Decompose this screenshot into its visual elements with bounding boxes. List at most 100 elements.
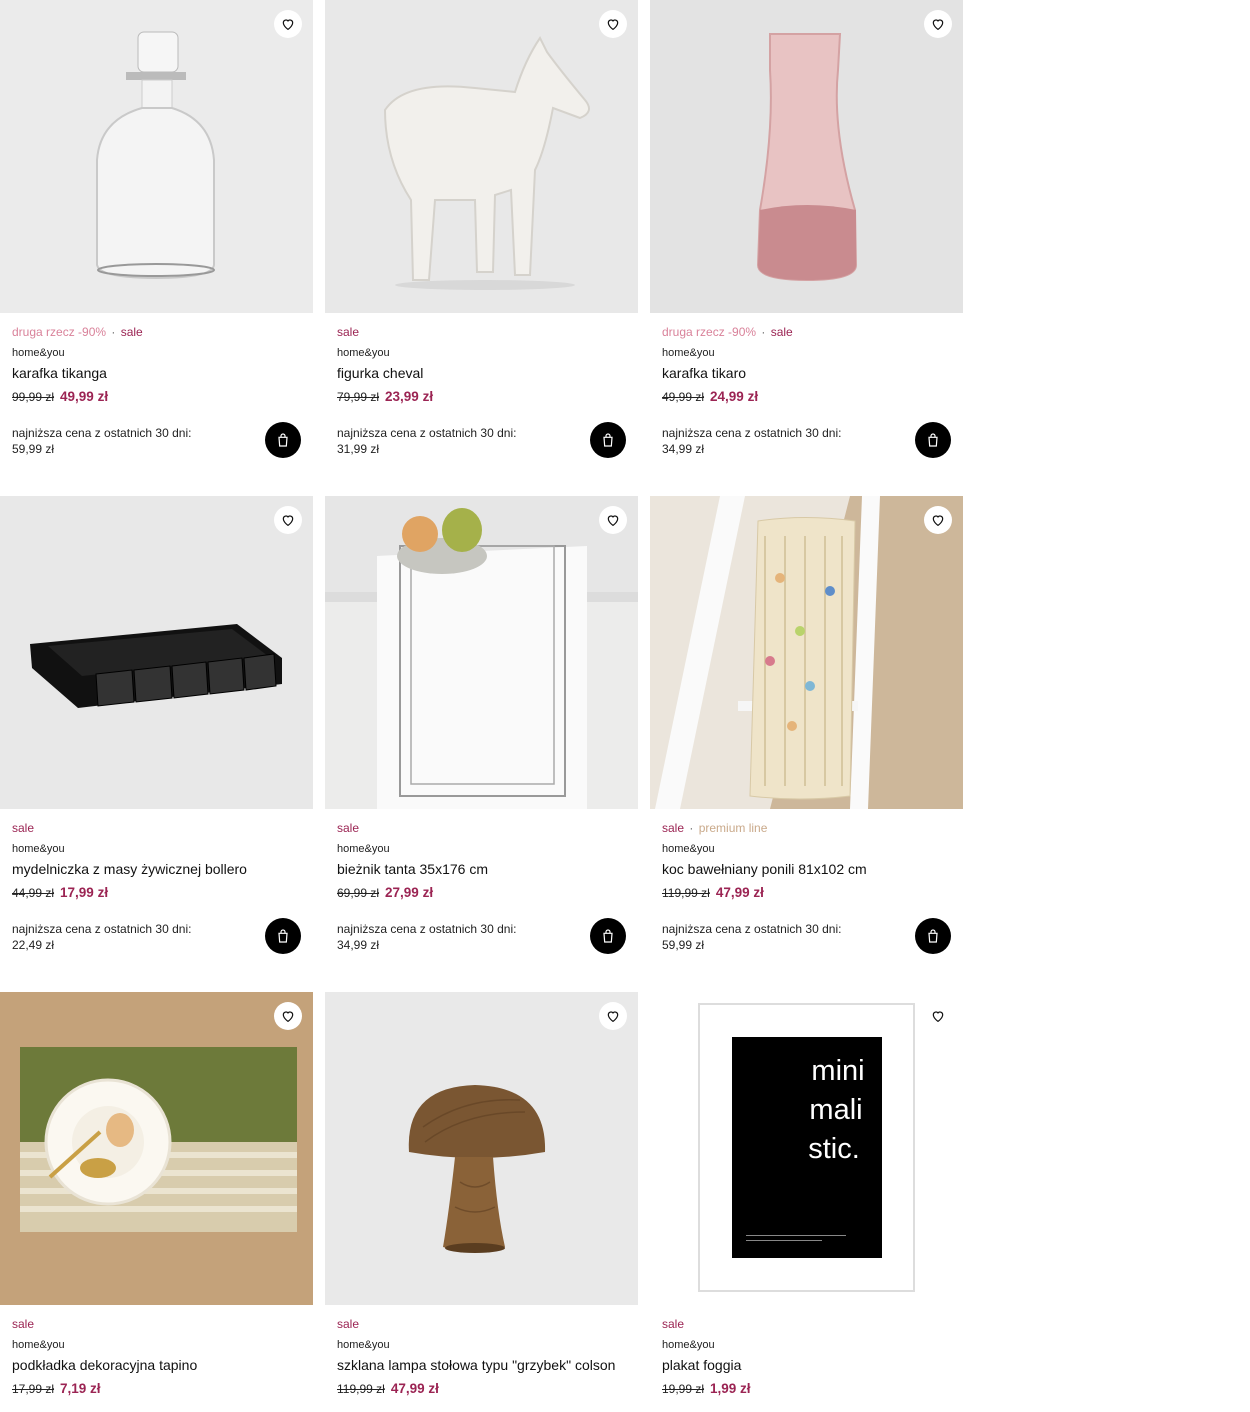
lowest-price-label: najniższa cena z ostatnich 30 dni: — [12, 922, 192, 936]
product-prices: 44,99 zł 17,99 zł — [12, 885, 301, 901]
lowest-price-info: najniższa cena z ostatnich 30 dni: 34,99 … — [337, 921, 626, 953]
sale-tag: sale — [337, 821, 360, 835]
lowest-price-info: najniższa cena z ostatnich 30 dni: 59,99 … — [662, 921, 951, 953]
add-to-cart-button[interactable] — [590, 918, 626, 954]
product-card[interactable]: sale home&you mydelniczka z masy żywiczn… — [0, 496, 313, 992]
product-brand: home&you — [662, 1339, 715, 1351]
add-to-wishlist-button[interactable] — [274, 10, 302, 38]
shopping-bag-icon — [928, 433, 938, 447]
heart-icon — [282, 19, 294, 31]
product-brand: home&you — [337, 1339, 390, 1351]
lowest-price-value: 59,99 zł — [662, 938, 705, 952]
poster-word: mali — [809, 1094, 862, 1126]
lowest-price-value: 34,99 zł — [337, 938, 380, 952]
shopping-bag-icon — [603, 433, 613, 447]
product-card[interactable]: sale home&you podkładka dekoracyjna tapi… — [0, 992, 313, 1412]
lowest-price-label: najniższa cena z ostatnich 30 dni: — [337, 922, 517, 936]
old-price: 19,99 zł — [662, 1382, 705, 1396]
add-to-wishlist-button[interactable] — [274, 1002, 302, 1030]
product-image-placemat[interactable] — [0, 992, 313, 1305]
shopping-bag-icon — [278, 929, 288, 943]
product-image-pink-carafe[interactable] — [650, 0, 963, 313]
product-tags: druga rzecz -90% · sale — [12, 325, 143, 339]
product-tags: sale · premium line — [662, 821, 768, 835]
heart-icon — [607, 515, 619, 527]
product-name[interactable]: karafka tikanga — [12, 364, 301, 382]
product-brand: home&you — [12, 843, 65, 855]
add-to-wishlist-button[interactable] — [599, 1002, 627, 1030]
product-tags: sale — [337, 821, 626, 835]
product-image-mushroom-lamp[interactable] — [325, 992, 638, 1305]
heart-icon — [607, 19, 619, 31]
new-price: 7,19 zł — [60, 1381, 101, 1396]
add-to-wishlist-button[interactable] — [599, 10, 627, 38]
new-price: 1,99 zł — [710, 1381, 751, 1396]
lowest-price-info: najniższa cena z ostatnich 30 dni: 31,99 … — [337, 425, 626, 457]
add-to-wishlist-button[interactable] — [599, 506, 627, 534]
product-name[interactable]: figurka cheval — [337, 364, 626, 382]
poster-word: stic. — [808, 1133, 860, 1165]
product-prices: 119,99 zł 47,99 zł — [337, 1381, 626, 1397]
product-brand: home&you — [12, 1339, 65, 1351]
add-to-cart-button[interactable] — [915, 918, 951, 954]
new-price: 47,99 zł — [390, 1381, 439, 1396]
product-name[interactable]: plakat foggia — [662, 1356, 951, 1374]
add-to-wishlist-button[interactable] — [274, 506, 302, 534]
product-name[interactable]: karafka tikaro — [662, 364, 951, 382]
product-brand: home&you — [337, 347, 390, 359]
product-image-table-runner[interactable] — [325, 496, 638, 809]
product-image-carafe[interactable] — [0, 0, 313, 313]
sale-tag: sale — [770, 325, 793, 339]
lowest-price-info: najniższa cena z ostatnich 30 dni: 59,99 … — [12, 425, 301, 457]
lowest-price-label: najniższa cena z ostatnich 30 dni: — [662, 922, 842, 936]
sale-tag: sale — [337, 325, 360, 339]
add-to-cart-button[interactable] — [265, 918, 301, 954]
poster-word: mini — [811, 1055, 864, 1087]
old-price: 119,99 zł — [662, 886, 710, 900]
product-image-blanket-ladder[interactable] — [650, 496, 963, 809]
product-name[interactable]: bieżnik tanta 35x176 cm — [337, 860, 626, 878]
product-image-soap-dish[interactable] — [0, 496, 313, 809]
add-to-wishlist-button[interactable] — [924, 1002, 952, 1030]
product-card[interactable]: druga rzecz -90% · sale home&you karafka… — [650, 0, 963, 496]
product-brand: home&you — [337, 843, 390, 855]
sale-tag: sale — [662, 1317, 685, 1331]
product-card[interactable]: sale home&you bieżnik tanta 35x176 cm 69… — [325, 496, 638, 992]
product-card[interactable]: druga rzecz -90% · sale home&you karafka… — [0, 0, 313, 496]
product-brand: home&you — [12, 347, 65, 359]
shopping-bag-icon — [603, 929, 613, 943]
old-price: 44,99 zł — [12, 886, 55, 900]
add-to-cart-button[interactable] — [915, 422, 951, 458]
new-price: 23,99 zł — [385, 389, 434, 404]
product-name[interactable]: mydelniczka z masy żywicznej bollero — [12, 860, 301, 878]
sale-tag: sale — [662, 821, 685, 835]
add-to-wishlist-button[interactable] — [924, 506, 952, 534]
new-price: 27,99 zł — [385, 885, 434, 900]
add-to-wishlist-button[interactable] — [924, 10, 952, 38]
product-tags: sale — [337, 1317, 626, 1331]
old-price: 99,99 zł — [12, 390, 55, 404]
lowest-price-label: najniższa cena z ostatnich 30 dni: — [662, 426, 842, 440]
product-name[interactable]: podkładka dekoracyjna tapino — [12, 1356, 301, 1374]
lowest-price-label: najniższa cena z ostatnich 30 dni: — [337, 426, 517, 440]
product-tags: sale — [337, 325, 626, 339]
product-prices: 99,99 zł 49,99 zł — [12, 389, 301, 405]
sale-tag: sale — [12, 1317, 35, 1331]
product-card[interactable]: mini mali stic. sale home&you plakat fog… — [650, 992, 963, 1412]
product-prices: 69,99 zł 27,99 zł — [337, 885, 626, 901]
premium-tag: premium line — [698, 821, 768, 835]
product-name[interactable]: szklana lampa stołowa typu "grzybek" col… — [337, 1356, 626, 1374]
new-price: 49,99 zł — [60, 389, 109, 404]
product-image-horse[interactable] — [325, 0, 638, 313]
product-image-poster[interactable]: mini mali stic. — [650, 992, 963, 1305]
new-price: 24,99 zł — [710, 389, 759, 404]
lowest-price-value: 31,99 zł — [337, 442, 380, 456]
shopping-bag-icon — [278, 433, 288, 447]
product-card[interactable]: sale home&you szklana lampa stołowa typu… — [325, 992, 638, 1412]
product-card[interactable]: sale · premium line home&you koc bawełni… — [650, 496, 963, 992]
add-to-cart-button[interactable] — [590, 422, 626, 458]
add-to-cart-button[interactable] — [265, 422, 301, 458]
product-name[interactable]: koc bawełniany ponili 81x102 cm — [662, 860, 951, 878]
lowest-price-info: najniższa cena z ostatnich 30 dni: 34,99 … — [662, 425, 951, 457]
product-card[interactable]: sale home&you figurka cheval 79,99 zł 23,… — [325, 0, 638, 496]
